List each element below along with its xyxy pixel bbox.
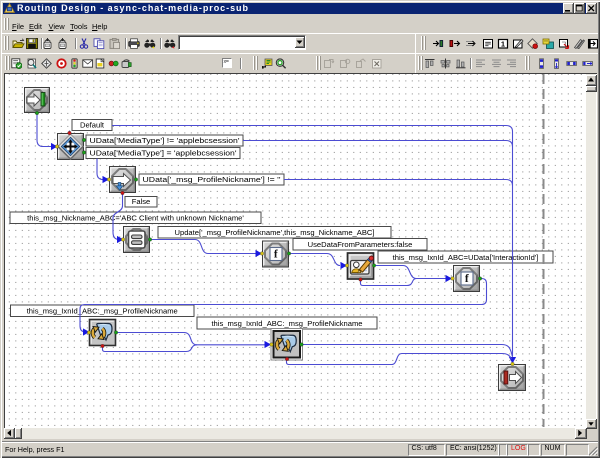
svg-text:Default: Default [80, 121, 105, 130]
svg-text:False: False [132, 197, 151, 206]
svg-text:this_msg_Nickname_ABC='ABC Cli: this_msg_Nickname_ABC='ABC Client with u… [27, 214, 244, 223]
svg-text:this_msg_IxnId_ABC:_msg_Profil: this_msg_IxnId_ABC:_msg_ProfileNickname [27, 307, 178, 316]
svg-text:f: f [274, 249, 278, 261]
svg-text:this_msg_IxnId_ABC:_msg_Profil: this_msg_IxnId_ABC:_msg_ProfileNickname [211, 319, 362, 328]
svg-text:UData['MediaType'] != 'applebc: UData['MediaType'] != 'applebcsession' [90, 136, 241, 145]
svg-text:this_msg_IxnId_ABC=UData['Inte: this_msg_IxnId_ABC=UData['InteractionId'… [393, 253, 539, 262]
svg-text:UseDataFromParameters:false: UseDataFromParameters:false [308, 240, 413, 249]
svg-text:UData['_msg_ProfileNickname']: UData['_msg_ProfileNickname'] != '' [143, 175, 282, 184]
svg-text:Update['_msg_ProfileNickname',: Update['_msg_ProfileNickname',this_msg_N… [175, 228, 375, 237]
svg-text:f: f [465, 273, 469, 285]
svg-text:UData['MediaType'] = 'applebcs: UData['MediaType'] = 'applebcsession' [90, 149, 238, 158]
